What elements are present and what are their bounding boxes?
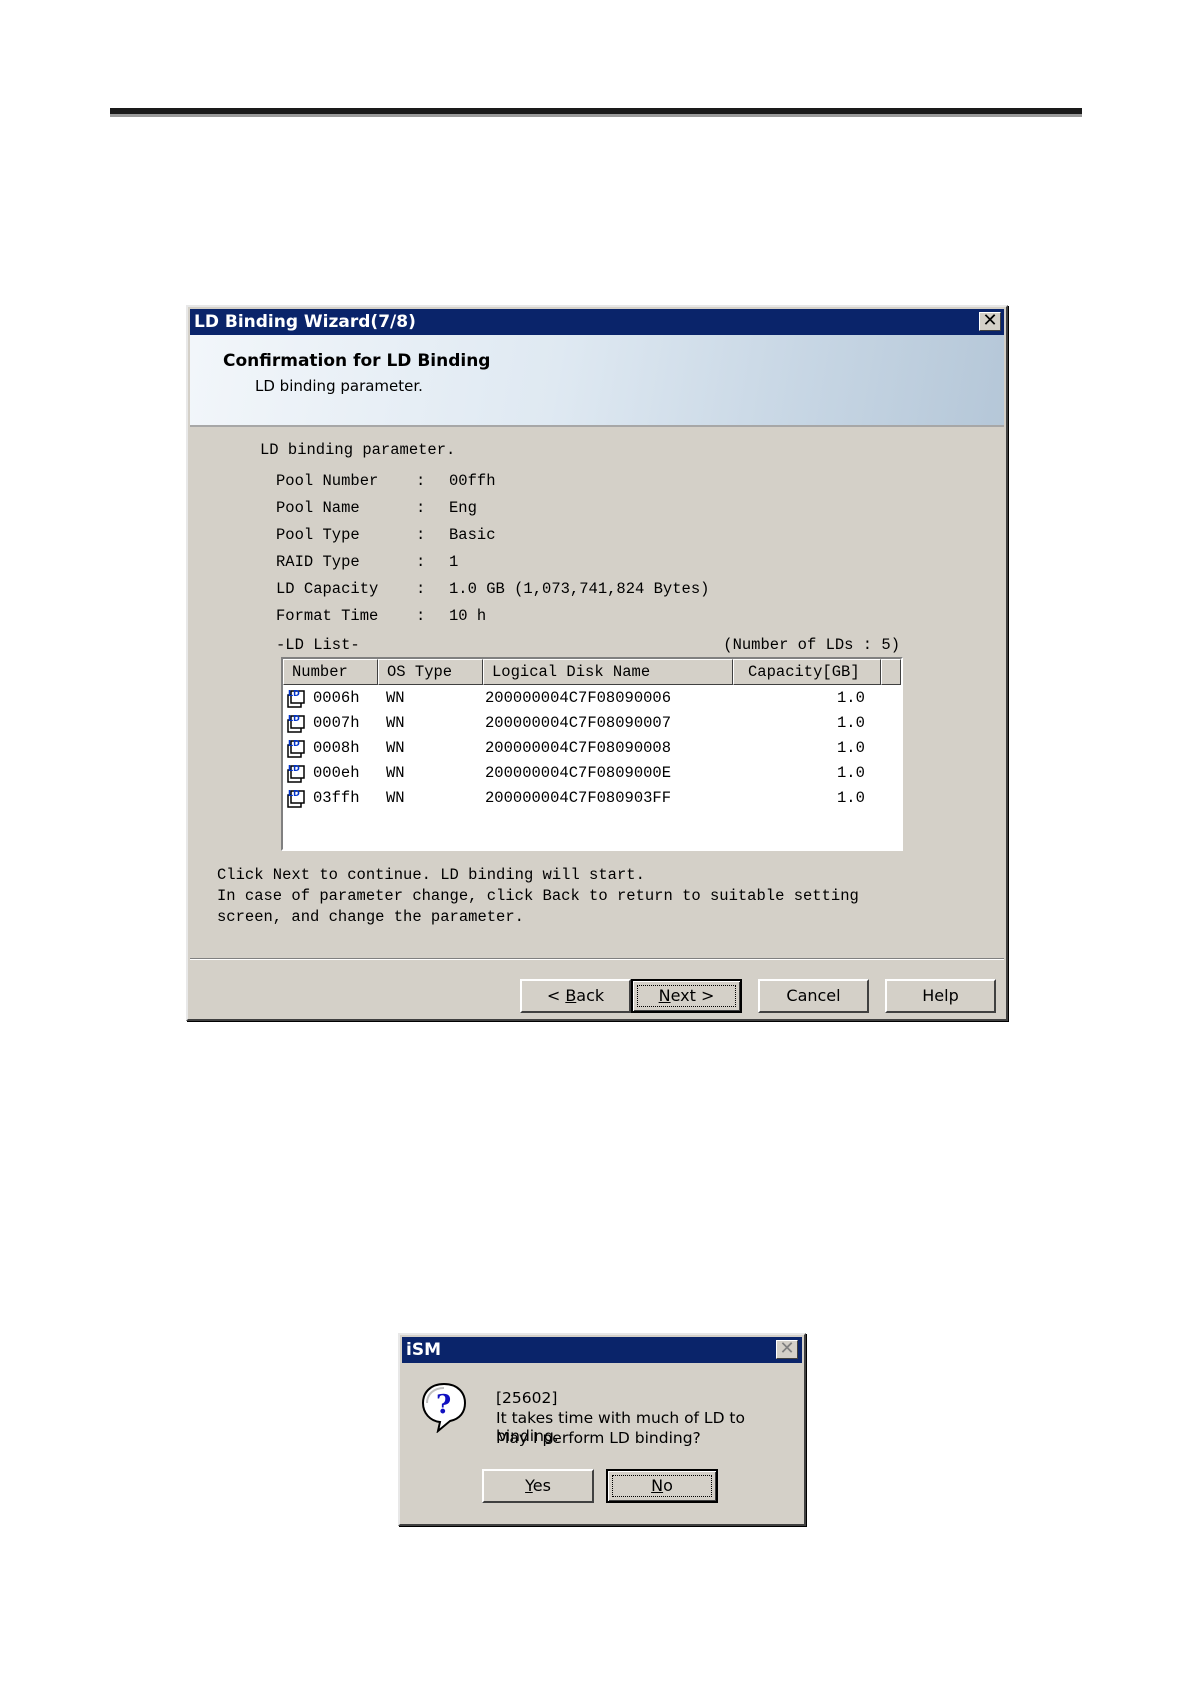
cell-number: 0007h [313,714,360,732]
wizard-titlebar: LD Binding Wizard(7/8) ✕ [190,309,1004,335]
column-header-os-type[interactable]: OS Type [378,659,483,685]
cell-os-type: WN [386,789,405,807]
cell-number: 0006h [313,689,360,707]
cell-logical-disk-name: 200000004C7F08090006 [485,689,672,707]
svg-text:LD: LD [288,739,300,748]
param-value: 1.0 GB (1,073,741,824 Bytes) [449,580,710,598]
question-icon: ? [421,1382,467,1433]
table-row[interactable]: LD 000eh WN 200000004C7F0809000E 1.0 [283,762,901,787]
ld-list-caption: -LD List- [276,636,360,654]
param-value: Basic [449,526,496,544]
back-mnemonic: B [565,986,577,1005]
table-row[interactable]: LD 03ffh WN 200000004C7F080903FF 1.0 [283,787,901,812]
no-mnemonic: N [651,1476,664,1495]
param-sep: : [416,553,426,571]
message-title: iSM [406,1340,441,1360]
cell-os-type: WN [386,764,405,782]
param-value: 00ffh [449,472,496,490]
banner-subtitle: LD binding parameter. [255,377,423,395]
next-button[interactable]: Next > [631,979,742,1013]
svg-text:LD: LD [288,764,300,773]
yes-mnemonic: Y [525,1476,533,1495]
param-value: Eng [449,499,477,517]
param-sep: : [416,499,426,517]
column-header-logical-disk-name[interactable]: Logical Disk Name [483,659,733,685]
ld-list-header: Number OS Type Logical Disk Name Capacit… [283,659,901,685]
cell-logical-disk-name: 200000004C7F0809000E [485,764,672,782]
param-sep: : [416,472,426,490]
param-label: Pool Type [276,526,360,544]
banner-title: Confirmation for LD Binding [223,351,491,371]
next-mnemonic: N [658,986,671,1005]
svg-text:?: ? [436,1390,451,1420]
back-label-rest: ack [576,986,605,1005]
cell-logical-disk-name: 200000004C7F08090007 [485,714,672,732]
cell-number: 0008h [313,739,360,757]
table-row[interactable]: LD 0007h WN 200000004C7F08090007 1.0 [283,712,901,737]
cell-logical-disk-name: 200000004C7F08090008 [485,739,672,757]
instruction-line-1: Click Next to continue. LD binding will … [217,866,645,884]
no-button[interactable]: No [606,1469,718,1503]
message-code: [25602] [496,1389,558,1407]
ld-count: (Number of LDs : 5) [723,636,900,654]
cancel-button[interactable]: Cancel [758,979,869,1013]
cell-capacity: 1.0 [837,714,865,732]
param-sep: : [416,526,426,544]
message-titlebar: iSM ✕ [402,1337,802,1363]
page-top-rule [110,108,1082,117]
param-label: Pool Name [276,499,360,517]
next-arrow: > [695,986,715,1005]
logical-disk-icon: LD [287,714,305,733]
param-sep: : [416,607,426,625]
param-value: 10 h [449,607,487,625]
wizard-title: LD Binding Wizard(7/8) [194,312,416,332]
logical-disk-icon: LD [287,789,305,808]
svg-text:LD: LD [288,789,300,798]
no-label-rest: o [663,1476,673,1495]
svg-text:LD: LD [288,714,300,723]
column-header-capacity[interactable]: Capacity[GB] [733,659,881,685]
yes-label-rest: es [532,1476,551,1495]
param-value: 1 [449,553,459,571]
logical-disk-icon: LD [287,764,305,783]
ld-binding-wizard-dialog: LD Binding Wizard(7/8) ✕ Confirmation fo… [186,305,1008,1021]
message-line-2: May I perform LD binding? [496,1429,701,1447]
back-button[interactable]: < Back [520,979,631,1013]
help-button[interactable]: Help [885,979,996,1013]
button-separator [190,958,1004,960]
ism-message-dialog: iSM ✕ ? [25602] It takes time with much … [398,1333,806,1526]
cell-capacity: 1.0 [837,739,865,757]
cell-capacity: 1.0 [837,789,865,807]
table-row[interactable]: LD 0008h WN 200000004C7F08090008 1.0 [283,737,901,762]
logical-disk-icon: LD [287,739,305,758]
instruction-line-3: screen, and change the parameter. [217,908,524,926]
close-icon[interactable]: ✕ [776,1340,798,1359]
cell-os-type: WN [386,739,405,757]
param-label: Pool Number [276,472,379,490]
close-icon[interactable]: ✕ [979,312,1001,331]
cell-capacity: 1.0 [837,689,865,707]
cell-number: 03ffh [313,789,360,807]
cell-os-type: WN [386,689,405,707]
logical-disk-icon: LD [287,689,305,708]
back-arrow: < [546,986,566,1005]
column-header-number[interactable]: Number [283,659,378,685]
column-header-filler [881,659,901,685]
cell-os-type: WN [386,714,405,732]
table-row[interactable]: LD 0006h WN 200000004C7F08090006 1.0 [283,687,901,712]
cell-logical-disk-name: 200000004C7F080903FF [485,789,672,807]
params-heading: LD binding parameter. [260,441,456,459]
wizard-banner: Confirmation for LD Binding LD binding p… [190,335,1004,427]
svg-text:LD: LD [288,689,300,698]
ld-list-view[interactable]: Number OS Type Logical Disk Name Capacit… [281,657,903,851]
param-label: RAID Type [276,553,360,571]
yes-button[interactable]: Yes [482,1469,594,1503]
param-label: Format Time [276,607,379,625]
cell-number: 000eh [313,764,360,782]
param-sep: : [416,580,426,598]
next-label-rest: ext [670,986,696,1005]
cell-capacity: 1.0 [837,764,865,782]
instruction-line-2: In case of parameter change, click Back … [217,887,859,905]
param-label: LD Capacity [276,580,379,598]
